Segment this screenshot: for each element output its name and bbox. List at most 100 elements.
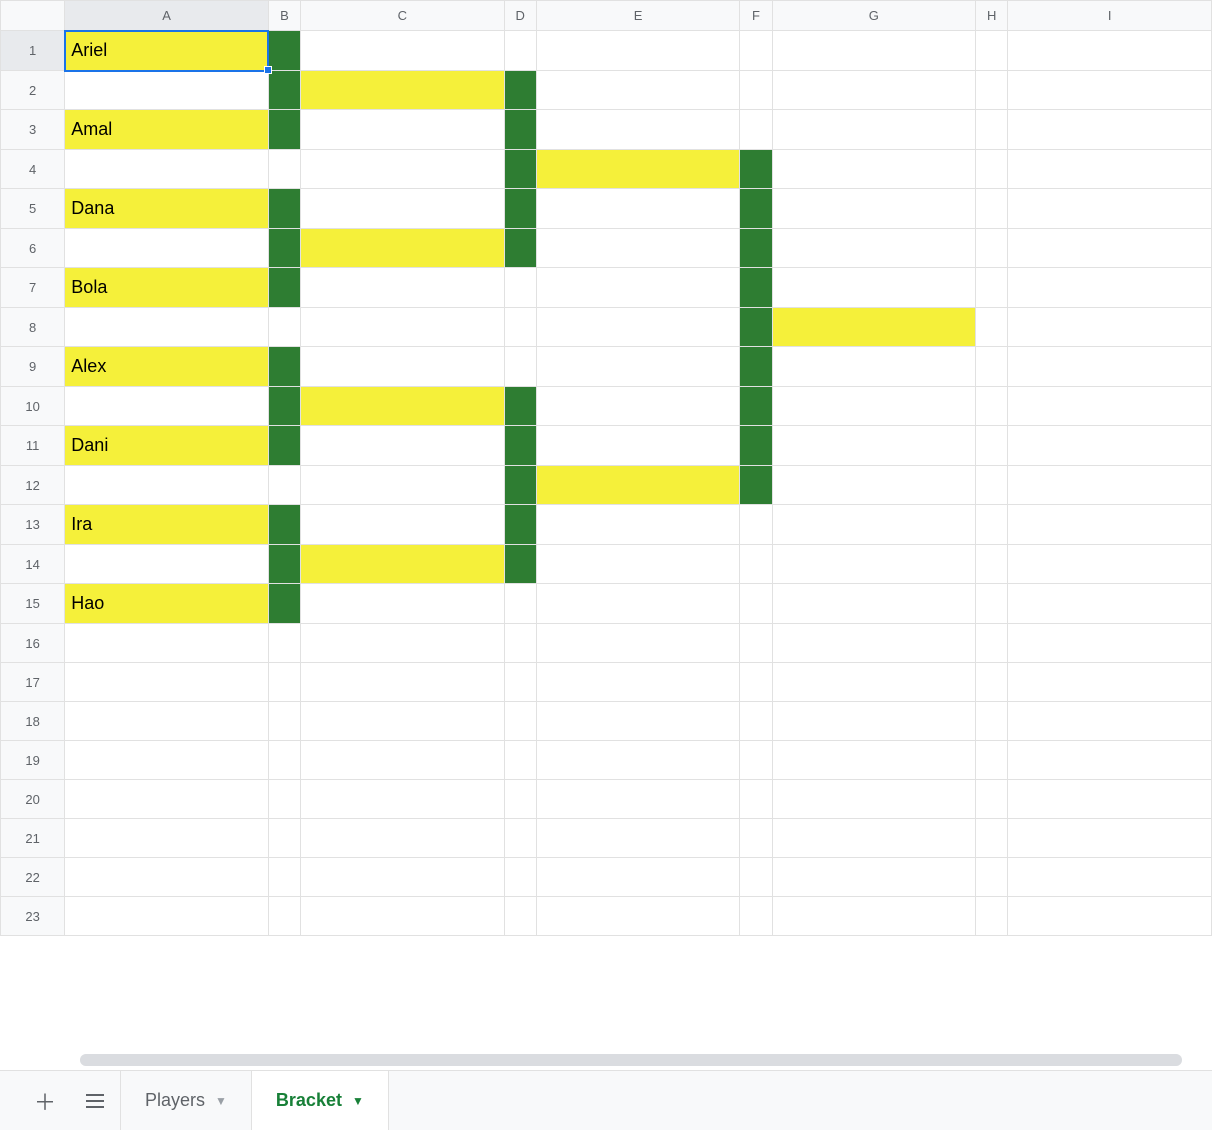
cell-I19[interactable] <box>1008 741 1212 780</box>
row-header-3[interactable]: 3 <box>1 110 65 150</box>
cell-B18[interactable] <box>268 702 300 741</box>
cell-H10[interactable] <box>976 387 1008 426</box>
row-header-4[interactable]: 4 <box>1 150 65 189</box>
cell-F7[interactable] <box>740 268 772 308</box>
cell-H12[interactable] <box>976 466 1008 505</box>
cell-I15[interactable] <box>1008 584 1212 624</box>
cell-I18[interactable] <box>1008 702 1212 741</box>
cell-G21[interactable] <box>772 819 976 858</box>
row-header-13[interactable]: 13 <box>1 505 65 545</box>
cell-A12[interactable] <box>65 466 269 505</box>
cell-D5[interactable] <box>504 189 536 229</box>
cell-C18[interactable] <box>301 702 505 741</box>
cell-C6[interactable] <box>301 229 505 268</box>
row-header-7[interactable]: 7 <box>1 268 65 308</box>
cell-C8[interactable] <box>301 308 505 347</box>
cell-F12[interactable] <box>740 466 772 505</box>
cell-H19[interactable] <box>976 741 1008 780</box>
cell-E23[interactable] <box>536 897 740 936</box>
cell-H20[interactable] <box>976 780 1008 819</box>
cell-E2[interactable] <box>536 71 740 110</box>
cell-I4[interactable] <box>1008 150 1212 189</box>
cell-A9[interactable]: Alex <box>65 347 269 387</box>
cell-F15[interactable] <box>740 584 772 624</box>
cell-H15[interactable] <box>976 584 1008 624</box>
column-header-A[interactable]: A <box>65 1 269 31</box>
cell-F20[interactable] <box>740 780 772 819</box>
cell-E16[interactable] <box>536 624 740 663</box>
cell-I7[interactable] <box>1008 268 1212 308</box>
cell-D7[interactable] <box>504 268 536 308</box>
cell-C7[interactable] <box>301 268 505 308</box>
cell-G10[interactable] <box>772 387 976 426</box>
cell-G12[interactable] <box>772 466 976 505</box>
cell-F22[interactable] <box>740 858 772 897</box>
cell-H23[interactable] <box>976 897 1008 936</box>
cell-C9[interactable] <box>301 347 505 387</box>
row-header-2[interactable]: 2 <box>1 71 65 110</box>
cell-D10[interactable] <box>504 387 536 426</box>
cell-I13[interactable] <box>1008 505 1212 545</box>
cell-E20[interactable] <box>536 780 740 819</box>
cell-D20[interactable] <box>504 780 536 819</box>
cell-I2[interactable] <box>1008 71 1212 110</box>
cell-I12[interactable] <box>1008 466 1212 505</box>
cell-H6[interactable] <box>976 229 1008 268</box>
cell-H8[interactable] <box>976 308 1008 347</box>
cell-B8[interactable] <box>268 308 300 347</box>
cell-F10[interactable] <box>740 387 772 426</box>
horizontal-scrollbar[interactable] <box>0 1050 1212 1070</box>
spreadsheet-grid[interactable]: ABCDEFGHI 1Ariel23Amal45Dana67Bola89Alex… <box>0 0 1212 936</box>
cell-H3[interactable] <box>976 110 1008 150</box>
cell-E7[interactable] <box>536 268 740 308</box>
cell-I22[interactable] <box>1008 858 1212 897</box>
cell-C5[interactable] <box>301 189 505 229</box>
cell-D14[interactable] <box>504 545 536 584</box>
cell-F11[interactable] <box>740 426 772 466</box>
cell-I9[interactable] <box>1008 347 1212 387</box>
cell-D17[interactable] <box>504 663 536 702</box>
cell-I14[interactable] <box>1008 545 1212 584</box>
cell-B12[interactable] <box>268 466 300 505</box>
cell-H16[interactable] <box>976 624 1008 663</box>
cell-B16[interactable] <box>268 624 300 663</box>
cell-C19[interactable] <box>301 741 505 780</box>
cell-F5[interactable] <box>740 189 772 229</box>
cell-D23[interactable] <box>504 897 536 936</box>
cell-D19[interactable] <box>504 741 536 780</box>
cell-B19[interactable] <box>268 741 300 780</box>
column-header-F[interactable]: F <box>740 1 772 31</box>
cell-C11[interactable] <box>301 426 505 466</box>
cell-F9[interactable] <box>740 347 772 387</box>
cell-A8[interactable] <box>65 308 269 347</box>
cell-E10[interactable] <box>536 387 740 426</box>
cell-G20[interactable] <box>772 780 976 819</box>
cell-I20[interactable] <box>1008 780 1212 819</box>
cell-B7[interactable] <box>268 268 300 308</box>
cell-E11[interactable] <box>536 426 740 466</box>
column-header-D[interactable]: D <box>504 1 536 31</box>
cell-G17[interactable] <box>772 663 976 702</box>
cell-G23[interactable] <box>772 897 976 936</box>
cell-I5[interactable] <box>1008 189 1212 229</box>
selection-fill-handle[interactable] <box>264 66 272 74</box>
cell-E21[interactable] <box>536 819 740 858</box>
cell-G6[interactable] <box>772 229 976 268</box>
cell-H13[interactable] <box>976 505 1008 545</box>
cell-A14[interactable] <box>65 545 269 584</box>
cell-A15[interactable]: Hao <box>65 584 269 624</box>
row-header-11[interactable]: 11 <box>1 426 65 466</box>
cell-B22[interactable] <box>268 858 300 897</box>
row-header-16[interactable]: 16 <box>1 624 65 663</box>
cell-E5[interactable] <box>536 189 740 229</box>
cell-A2[interactable] <box>65 71 269 110</box>
cell-E1[interactable] <box>536 31 740 71</box>
cell-E6[interactable] <box>536 229 740 268</box>
cell-D3[interactable] <box>504 110 536 150</box>
cell-C16[interactable] <box>301 624 505 663</box>
cell-B15[interactable] <box>268 584 300 624</box>
cell-C2[interactable] <box>301 71 505 110</box>
cell-I10[interactable] <box>1008 387 1212 426</box>
cell-B10[interactable] <box>268 387 300 426</box>
row-header-5[interactable]: 5 <box>1 189 65 229</box>
